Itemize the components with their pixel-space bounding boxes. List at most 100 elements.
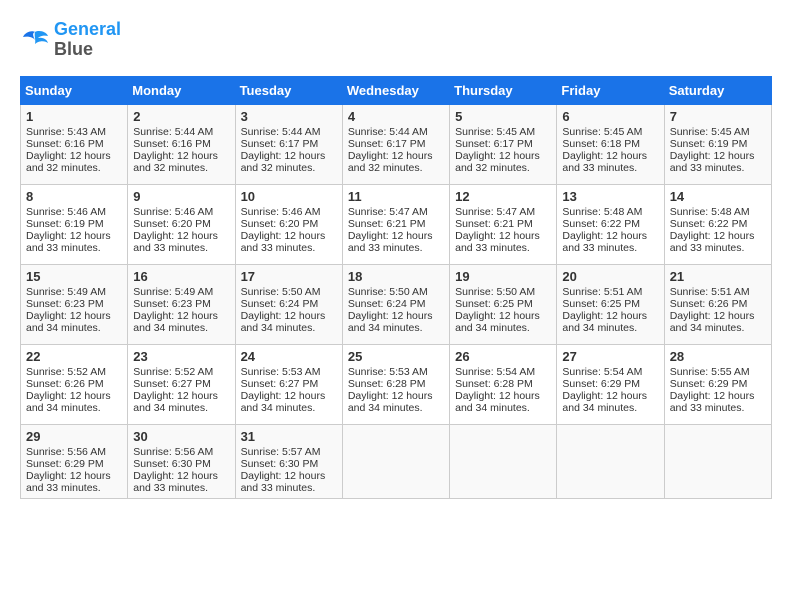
daylight: Daylight: 12 hours and 32 minutes. <box>348 150 433 174</box>
sunset: Sunset: 6:21 PM <box>348 218 426 230</box>
sunrise: Sunrise: 5:55 AM <box>670 366 750 378</box>
sunrise: Sunrise: 5:50 AM <box>241 286 321 298</box>
day-number: 16 <box>133 269 229 284</box>
daylight: Daylight: 12 hours and 32 minutes. <box>241 150 326 174</box>
daylight: Daylight: 12 hours and 34 minutes. <box>455 390 540 414</box>
day-number: 10 <box>241 189 337 204</box>
sunrise: Sunrise: 5:56 AM <box>26 446 106 458</box>
daylight: Daylight: 12 hours and 33 minutes. <box>26 230 111 254</box>
day-number: 21 <box>670 269 766 284</box>
calendar-cell: 26Sunrise: 5:54 AMSunset: 6:28 PMDayligh… <box>450 344 557 424</box>
calendar-cell: 18 Sunrise: 5:50 AMSunset: 6:24 PMDayligh… <box>342 264 449 344</box>
sunset: Sunset: 6:22 PM <box>562 218 640 230</box>
daylight: Daylight: 12 hours and 34 minutes. <box>348 310 433 334</box>
sunset: Sunset: 6:19 PM <box>26 218 104 230</box>
day-number: 5 <box>455 109 551 124</box>
calendar-cell: 16Sunrise: 5:49 AMSunset: 6:23 PMDayligh… <box>128 264 235 344</box>
calendar-cell <box>342 424 449 498</box>
daylight: Daylight: 12 hours and 33 minutes. <box>562 150 647 174</box>
sunrise: Sunrise: 5:54 AM <box>562 366 642 378</box>
daylight: Daylight: 12 hours and 34 minutes. <box>562 390 647 414</box>
day-number: 24 <box>241 349 337 364</box>
sunrise: Sunrise: 5:45 AM <box>670 126 750 138</box>
daylight: Daylight: 12 hours and 33 minutes. <box>241 470 326 494</box>
calendar-cell: 3Sunrise: 5:44 AMSunset: 6:17 PMDaylight… <box>235 104 342 184</box>
daylight: Daylight: 12 hours and 34 minutes. <box>26 390 111 414</box>
calendar-cell: 13Sunrise: 5:48 AMSunset: 6:22 PMDayligh… <box>557 184 664 264</box>
sunset: Sunset: 6:24 PM <box>348 298 426 310</box>
daylight: Daylight: 12 hours and 34 minutes. <box>348 390 433 414</box>
day-number: 9 <box>133 189 229 204</box>
sunset: Sunset: 6:20 PM <box>133 218 211 230</box>
calendar-cell: 22Sunrise: 5:52 AMSunset: 6:26 PMDayligh… <box>21 344 128 424</box>
day-number: 28 <box>670 349 766 364</box>
sunrise: Sunrise: 5:51 AM <box>670 286 750 298</box>
daylight: Daylight: 12 hours and 34 minutes. <box>133 390 218 414</box>
day-number: 20 <box>562 269 658 284</box>
daylight: Daylight: 12 hours and 32 minutes. <box>133 150 218 174</box>
calendar-cell: 29Sunrise: 5:56 AMSunset: 6:29 PMDayligh… <box>21 424 128 498</box>
calendar-cell: 31Sunrise: 5:57 AMSunset: 6:30 PMDayligh… <box>235 424 342 498</box>
calendar-table: SundayMondayTuesdayWednesdayThursdayFrid… <box>20 76 772 499</box>
sunset: Sunset: 6:25 PM <box>455 298 533 310</box>
daylight: Daylight: 12 hours and 32 minutes. <box>26 150 111 174</box>
day-number: 12 <box>455 189 551 204</box>
sunrise: Sunrise: 5:43 AM <box>26 126 106 138</box>
day-number: 25 <box>348 349 444 364</box>
calendar-cell: 12Sunrise: 5:47 AMSunset: 6:21 PMDayligh… <box>450 184 557 264</box>
daylight: Daylight: 12 hours and 33 minutes. <box>26 470 111 494</box>
calendar-cell: 6Sunrise: 5:45 AMSunset: 6:18 PMDaylight… <box>557 104 664 184</box>
calendar-cell: 10 Sunrise: 5:46 AMSunset: 6:20 PMDayligh… <box>235 184 342 264</box>
sunset: Sunset: 6:29 PM <box>562 378 640 390</box>
day-header-saturday: Saturday <box>664 76 771 104</box>
sunset: Sunset: 6:27 PM <box>241 378 319 390</box>
day-number: 13 <box>562 189 658 204</box>
calendar-cell <box>557 424 664 498</box>
sunset: Sunset: 6:27 PM <box>133 378 211 390</box>
calendar-cell: 21Sunrise: 5:51 AMSunset: 6:26 PMDayligh… <box>664 264 771 344</box>
calendar-cell <box>450 424 557 498</box>
day-number: 18 <box>348 269 444 284</box>
day-number: 1 <box>26 109 122 124</box>
daylight: Daylight: 12 hours and 33 minutes. <box>670 150 755 174</box>
calendar-cell: 4Sunrise: 5:44 AMSunset: 6:17 PMDaylight… <box>342 104 449 184</box>
daylight: Daylight: 12 hours and 33 minutes. <box>562 230 647 254</box>
day-header-friday: Friday <box>557 76 664 104</box>
calendar-cell: 15Sunrise: 5:49 AMSunset: 6:23 PMDayligh… <box>21 264 128 344</box>
sunset: Sunset: 6:17 PM <box>348 138 426 150</box>
sunset: Sunset: 6:21 PM <box>455 218 533 230</box>
sunrise: Sunrise: 5:46 AM <box>26 206 106 218</box>
sunset: Sunset: 6:20 PM <box>241 218 319 230</box>
day-number: 8 <box>26 189 122 204</box>
sunrise: Sunrise: 5:50 AM <box>455 286 535 298</box>
calendar-cell: 23Sunrise: 5:52 AMSunset: 6:27 PMDayligh… <box>128 344 235 424</box>
daylight: Daylight: 12 hours and 33 minutes. <box>670 230 755 254</box>
daylight: Daylight: 12 hours and 34 minutes. <box>241 310 326 334</box>
sunrise: Sunrise: 5:53 AM <box>241 366 321 378</box>
calendar-cell: 27Sunrise: 5:54 AMSunset: 6:29 PMDayligh… <box>557 344 664 424</box>
sunrise: Sunrise: 5:46 AM <box>241 206 321 218</box>
sunrise: Sunrise: 5:45 AM <box>562 126 642 138</box>
sunset: Sunset: 6:30 PM <box>241 458 319 470</box>
calendar-header-row: SundayMondayTuesdayWednesdayThursdayFrid… <box>21 76 772 104</box>
daylight: Daylight: 12 hours and 34 minutes. <box>455 310 540 334</box>
day-number: 30 <box>133 429 229 444</box>
sunrise: Sunrise: 5:47 AM <box>348 206 428 218</box>
sunset: Sunset: 6:18 PM <box>562 138 640 150</box>
calendar-cell <box>664 424 771 498</box>
day-number: 7 <box>670 109 766 124</box>
day-number: 29 <box>26 429 122 444</box>
sunset: Sunset: 6:26 PM <box>670 298 748 310</box>
sunrise: Sunrise: 5:49 AM <box>26 286 106 298</box>
sunrise: Sunrise: 5:50 AM <box>348 286 428 298</box>
daylight: Daylight: 12 hours and 34 minutes. <box>562 310 647 334</box>
calendar-cell: 24Sunrise: 5:53 AMSunset: 6:27 PMDayligh… <box>235 344 342 424</box>
daylight: Daylight: 12 hours and 33 minutes. <box>133 230 218 254</box>
calendar-cell: 30Sunrise: 5:56 AMSunset: 6:30 PMDayligh… <box>128 424 235 498</box>
daylight: Daylight: 12 hours and 33 minutes. <box>455 230 540 254</box>
sunrise: Sunrise: 5:57 AM <box>241 446 321 458</box>
daylight: Daylight: 12 hours and 33 minutes. <box>241 230 326 254</box>
sunrise: Sunrise: 5:44 AM <box>133 126 213 138</box>
calendar-cell: 14Sunrise: 5:48 AMSunset: 6:22 PMDayligh… <box>664 184 771 264</box>
day-number: 17 <box>241 269 337 284</box>
